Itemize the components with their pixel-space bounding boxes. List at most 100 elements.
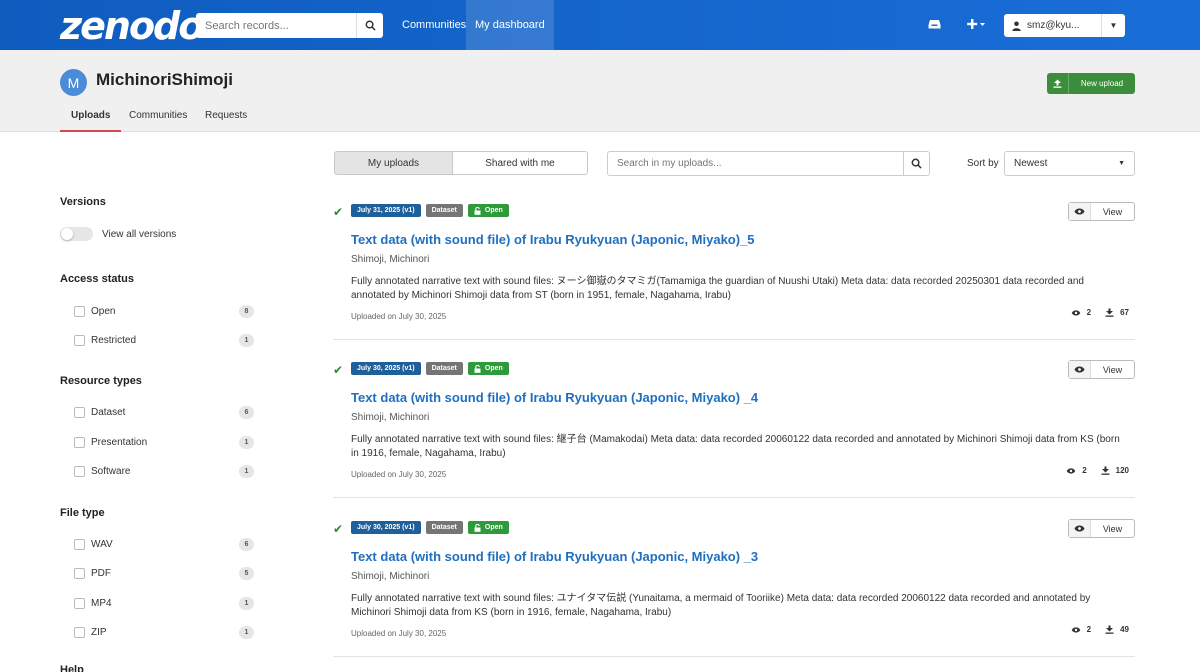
checkbox[interactable] [74,538,85,550]
record-stats: 2 67 [1071,308,1129,317]
nav-communities[interactable]: Communities [393,0,475,50]
access-status-heading: Access status [60,273,134,285]
view-button[interactable]: View [1068,360,1135,379]
unlock-icon [474,206,481,215]
user-menu[interactable]: smz@kyu... ▼ [1004,14,1125,37]
create-menu-icon[interactable] [966,17,986,34]
facet-wav[interactable]: WAV 6 [74,537,254,551]
global-search-input[interactable] [196,13,356,38]
view-all-versions-toggle[interactable] [60,227,93,241]
facet-count: 8 [239,304,254,318]
eye-icon [1074,208,1085,215]
facet-label: ZIP [91,626,107,638]
checkbox[interactable] [74,436,85,448]
resource-type-badge: Dataset [425,521,463,534]
chevron-down-icon[interactable]: ▼ [1101,14,1125,37]
record-creators: Shimoji, Michinori [351,254,430,265]
search-icon [365,20,376,31]
facet-label: MP4 [91,597,112,609]
facet-presentation[interactable]: Presentation 1 [74,435,254,449]
facet-label: Open [91,305,116,317]
record-item: ✔ July 31, 2025 (v1) Dataset Open View T… [333,202,1135,342]
file-type-heading: File type [60,507,105,519]
inbox-icon[interactable] [928,18,941,33]
download-icon [1105,308,1114,317]
user-email: smz@kyu... [1027,20,1080,31]
checkbox[interactable] [74,406,85,418]
download-icon [1105,625,1114,634]
resource-type-badge: Dataset [425,204,463,217]
facet-count: 1 [239,625,254,639]
checkbox[interactable] [74,597,85,609]
check-icon: ✔ [333,205,344,219]
facet-count: 1 [239,464,254,478]
facet-count: 6 [239,537,254,551]
tab-communities[interactable]: Communities [129,110,187,132]
view-button[interactable]: View [1068,202,1135,221]
version-date-badge: July 31, 2025 (v1) [351,204,421,217]
view-label: View [1102,523,1123,534]
facet-pdf[interactable]: PDF 5 [74,566,254,580]
record-divider [333,656,1135,657]
resource-types-heading: Resource types [60,375,142,387]
record-title-link[interactable]: Text data (with sound file) of Irabu Ryu… [351,549,758,564]
download-icon [1101,466,1110,475]
view-label: View [1102,364,1123,375]
versions-heading: Versions [60,196,106,208]
checkbox[interactable] [74,334,85,346]
unlock-icon [474,364,481,373]
shared-with-me-toggle[interactable]: Shared with me [453,151,588,175]
record-stats: 2 120 [1066,466,1129,475]
checkbox[interactable] [74,305,85,317]
download-count: 120 [1115,466,1129,475]
nav-my-dashboard[interactable]: My dashboard [466,0,554,50]
eye-icon [1071,626,1080,633]
checkbox[interactable] [74,567,85,579]
top-navbar: zenodo Communities My dashboard smz@kyu.… [0,0,1200,50]
zenodo-logo[interactable]: zenodo [60,4,204,48]
new-upload-button[interactable]: New upload [1047,73,1135,94]
access-label: Open [484,207,503,214]
record-uploaded-date: Uploaded on July 30, 2025 [351,629,447,638]
unlock-icon [474,523,481,532]
tab-uploads[interactable]: Uploads [60,110,122,132]
facet-label: PDF [91,567,111,579]
record-title-link[interactable]: Text data (with sound file) of Irabu Ryu… [351,232,755,247]
record-creators: Shimoji, Michinori [351,412,430,423]
eye-icon [1074,366,1085,373]
facet-dataset[interactable]: Dataset 6 [74,405,254,419]
facet-zip[interactable]: ZIP 1 [74,625,254,639]
page-title: MichinoriShimoji [96,70,233,89]
facet-mp4[interactable]: MP4 1 [74,596,254,610]
view-button[interactable]: View [1068,519,1135,538]
facet-restricted[interactable]: Restricted 1 [74,333,254,347]
check-icon: ✔ [333,522,344,536]
record-stats: 2 49 [1071,625,1129,634]
record-title-link[interactable]: Text data (with sound file) of Irabu Ryu… [351,390,758,405]
record-uploaded-date: Uploaded on July 30, 2025 [351,470,447,479]
my-uploads-toggle[interactable]: My uploads [334,151,453,175]
facet-open[interactable]: Open 8 [74,304,254,318]
uploads-search-button[interactable] [903,152,929,175]
global-search [196,13,383,38]
uploads-search-input[interactable] [608,152,903,175]
facet-label: Restricted [91,334,137,346]
tab-requests[interactable]: Requests [205,110,247,132]
access-badge: Open [467,362,509,375]
user-icon [1012,21,1021,31]
help-heading: Help [60,664,84,672]
record-item: ✔ July 30, 2025 (v1) Dataset Open View T… [333,519,1135,659]
global-search-button[interactable] [356,13,383,38]
checkbox[interactable] [74,626,85,638]
view-count: 2 [1082,466,1087,475]
download-count: 67 [1120,308,1129,317]
record-item: ✔ July 30, 2025 (v1) Dataset Open View T… [333,360,1135,500]
sort-select[interactable]: Newest ▼ [1004,151,1135,176]
eye-icon [1066,467,1076,474]
facet-software[interactable]: Software 1 [74,464,254,478]
chevron-down-icon: ▼ [1118,160,1125,167]
checkbox[interactable] [74,465,85,477]
record-divider [333,339,1135,340]
record-divider [333,497,1135,498]
access-label: Open [484,365,503,372]
